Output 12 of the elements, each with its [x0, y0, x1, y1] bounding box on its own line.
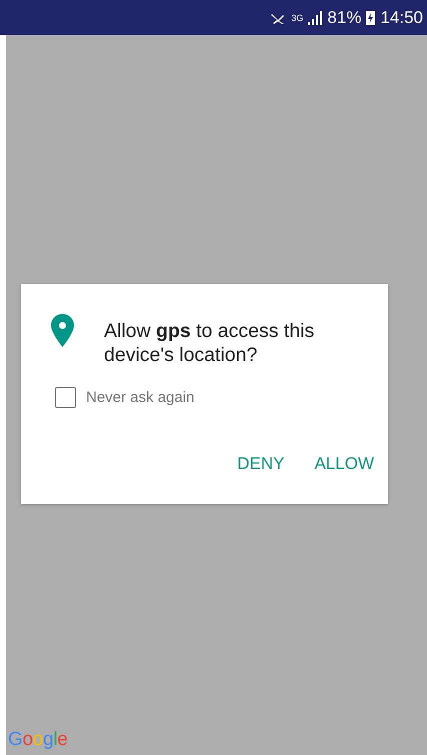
google-logo: Google: [8, 729, 68, 751]
allow-button[interactable]: ALLOW: [306, 450, 382, 478]
network-label: 3G: [291, 12, 304, 22]
dialog-message: Allow gps to access this device's location?: [104, 319, 316, 367]
deny-button[interactable]: DENY: [229, 450, 292, 478]
battery-percent: 81%: [327, 8, 362, 28]
clock-time: 14:50: [380, 8, 423, 28]
checkbox-label: Never ask again: [86, 389, 194, 406]
never-ask-checkbox[interactable]: [55, 387, 76, 408]
signal-icon: [308, 10, 322, 24]
location-pin-icon: [51, 314, 74, 347]
battery-charging-icon: [366, 10, 376, 25]
